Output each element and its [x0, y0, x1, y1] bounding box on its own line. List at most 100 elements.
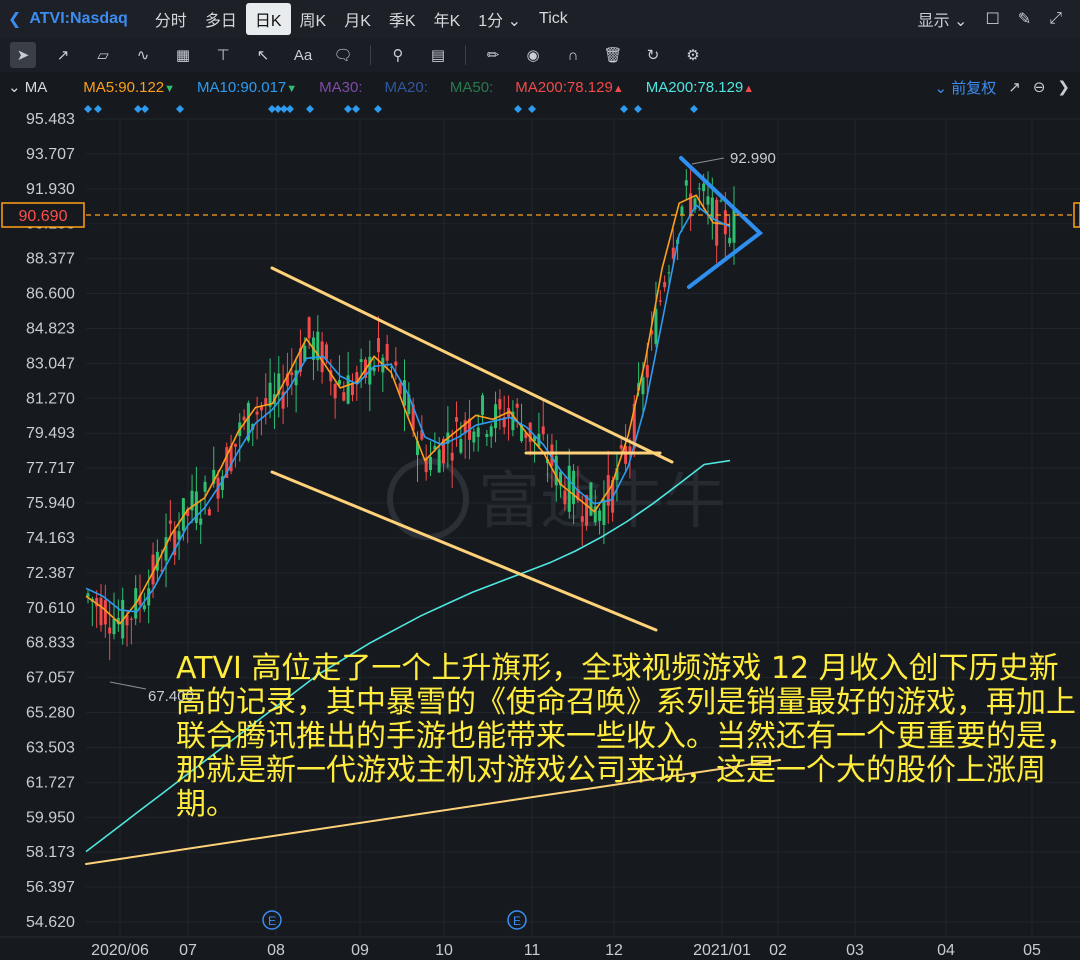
candle-body — [515, 403, 519, 408]
sync-icon[interactable]: ↻ — [640, 42, 666, 68]
ma-item: MA30: — [319, 79, 362, 96]
candle-body — [437, 449, 441, 473]
cursor-icon[interactable]: ➤ — [10, 42, 36, 68]
tab-1min-label: 1分 — [478, 13, 504, 30]
polyline-icon[interactable]: ▱ — [90, 42, 116, 68]
candle-body — [697, 188, 701, 190]
candle-body — [450, 452, 454, 461]
y-tick-label: 88.377 — [26, 251, 75, 268]
y-tick-label: 91.930 — [26, 181, 75, 198]
candle-body — [585, 495, 589, 526]
chevron-down-icon: ⌄ — [954, 13, 968, 30]
candle-body — [602, 499, 606, 525]
candle-body — [541, 426, 545, 435]
search-icon[interactable]: ⚲ — [385, 42, 411, 68]
candle-body — [108, 627, 112, 634]
scale-icon[interactable]: ↗ — [1008, 78, 1021, 96]
candle-body — [563, 490, 567, 505]
ma-item: MA50: — [450, 79, 493, 96]
y-tick-label: 86.600 — [26, 286, 75, 303]
tab-intraday[interactable]: 分时 — [146, 3, 196, 35]
toolbar-divider — [370, 45, 371, 65]
ma-value: MA30: — [319, 78, 363, 96]
candle-body — [233, 443, 237, 447]
tab-monthly[interactable]: 月K — [335, 3, 380, 35]
arrow-icon[interactable]: ↖ — [250, 42, 276, 68]
ma-item: MA200:78.129▲ — [515, 79, 623, 96]
display-label: 显示 — [917, 13, 950, 30]
display-menu[interactable]: 显示 ⌄ — [918, 7, 968, 31]
x-tick-label: 02 — [769, 942, 787, 959]
candle-body — [719, 200, 723, 202]
comment-icon[interactable]: 🗨 — [330, 42, 356, 68]
y-tick-label: 83.047 — [26, 355, 75, 372]
tab-yearly[interactable]: 年K — [425, 3, 470, 35]
ma-value: MA50: — [449, 78, 494, 96]
candle-body — [99, 597, 103, 626]
y-tick-label: 61.727 — [26, 774, 75, 791]
candle-body — [619, 445, 623, 449]
chevron-left-icon[interactable]: ❮ — [8, 9, 21, 29]
x-tick-label: 2021/01 — [693, 942, 751, 959]
checkbox-icon[interactable]: ☐ — [985, 9, 999, 29]
tab-weekly[interactable]: 周K — [291, 3, 336, 35]
y-tick-label: 56.397 — [26, 879, 75, 896]
symbol-header[interactable]: ❮ ATVI:Nasdaq — [8, 9, 128, 29]
line-icon[interactable]: ↗ — [50, 42, 76, 68]
brush-icon[interactable]: ✎ — [1018, 9, 1031, 29]
candle-body — [494, 404, 498, 429]
eye-icon[interactable]: ◉ — [520, 42, 546, 68]
candle-body — [706, 196, 710, 205]
tab-tick[interactable]: Tick — [530, 6, 577, 32]
text-icon[interactable]: Aa — [290, 42, 316, 68]
candle-body — [455, 417, 459, 422]
top-bar: ❮ ATVI:Nasdaq 分时 多日 日K 周K 月K 季K 年K 1分 ⌄ … — [0, 0, 1080, 39]
indicator-icon[interactable]: ▤ — [425, 42, 451, 68]
magnet-icon[interactable]: ∩ — [560, 42, 586, 68]
tab-1min[interactable]: 1分 ⌄ — [469, 3, 530, 35]
candle-body — [112, 618, 116, 635]
y-tick-label: 58.173 — [26, 844, 75, 861]
expand-icon[interactable]: ⤢ — [1049, 10, 1062, 28]
ma-arrow: ▲ — [743, 82, 755, 95]
drawing-toolbar: ➤ ↗ ▱ ∿ ▦ ⊤ ↖ Aa 🗨 ⚲ ▤ ✏ ◉ ∩ 🗑 ↻ ⚙ — [0, 38, 1080, 73]
adjust-menu[interactable]: ⌄ 前复权 — [935, 77, 997, 98]
collapse-icon[interactable]: ⊖ — [1033, 78, 1046, 96]
tab-multiday[interactable]: 多日 — [196, 3, 246, 35]
candle-body — [402, 380, 406, 406]
candle-body — [129, 618, 133, 620]
trash-icon[interactable]: 🗑 — [600, 42, 626, 68]
chevron-right-icon[interactable]: ❯ — [1057, 78, 1070, 96]
ma-selector[interactable]: ⌄ MA — [8, 78, 47, 96]
y-tick-label: 93.707 — [26, 146, 75, 163]
gear-icon[interactable]: ⚙ — [680, 42, 706, 68]
y-tick-label: 95.483 — [26, 111, 75, 128]
candle-body — [168, 520, 172, 524]
pen-icon[interactable]: ✏ — [480, 42, 506, 68]
x-tick-label: 03 — [846, 942, 864, 959]
candle-body — [554, 455, 558, 486]
symbol-title: ATVI:Nasdaq — [29, 10, 128, 27]
y-tick-label: 81.270 — [26, 390, 75, 407]
candle-body — [290, 372, 294, 376]
candle-body — [142, 605, 146, 610]
x-tick-label: 2020/06 — [91, 942, 149, 959]
candle-body — [242, 416, 246, 421]
level-icon[interactable]: ⊤ — [210, 42, 236, 68]
ma-value: MA10:90.017 — [197, 78, 287, 96]
grid-icon[interactable]: ▦ — [170, 42, 196, 68]
candle-body — [476, 427, 480, 437]
ma-arrow: ▼ — [286, 82, 298, 95]
candle-body — [645, 364, 649, 378]
y-tick-label: 67.057 — [26, 670, 75, 687]
candle-body — [598, 510, 602, 521]
y-tick-label: 65.280 — [26, 705, 75, 722]
tab-quarterly[interactable]: 季K — [380, 3, 425, 35]
candle-body — [658, 300, 662, 302]
candle-body — [359, 359, 363, 363]
tab-daily[interactable]: 日K — [245, 3, 291, 35]
x-tick-label: 04 — [937, 942, 955, 959]
wave-icon[interactable]: ∿ — [130, 42, 156, 68]
annotation-text: ATVI 高位走了一个上升旗形，全球视频游戏 12 月收入创下历史新高的记录，其… — [176, 651, 1076, 822]
kline-chart[interactable]: 富途牛牛 95.48393.70791.93090.15388.37786.60… — [0, 102, 1080, 960]
